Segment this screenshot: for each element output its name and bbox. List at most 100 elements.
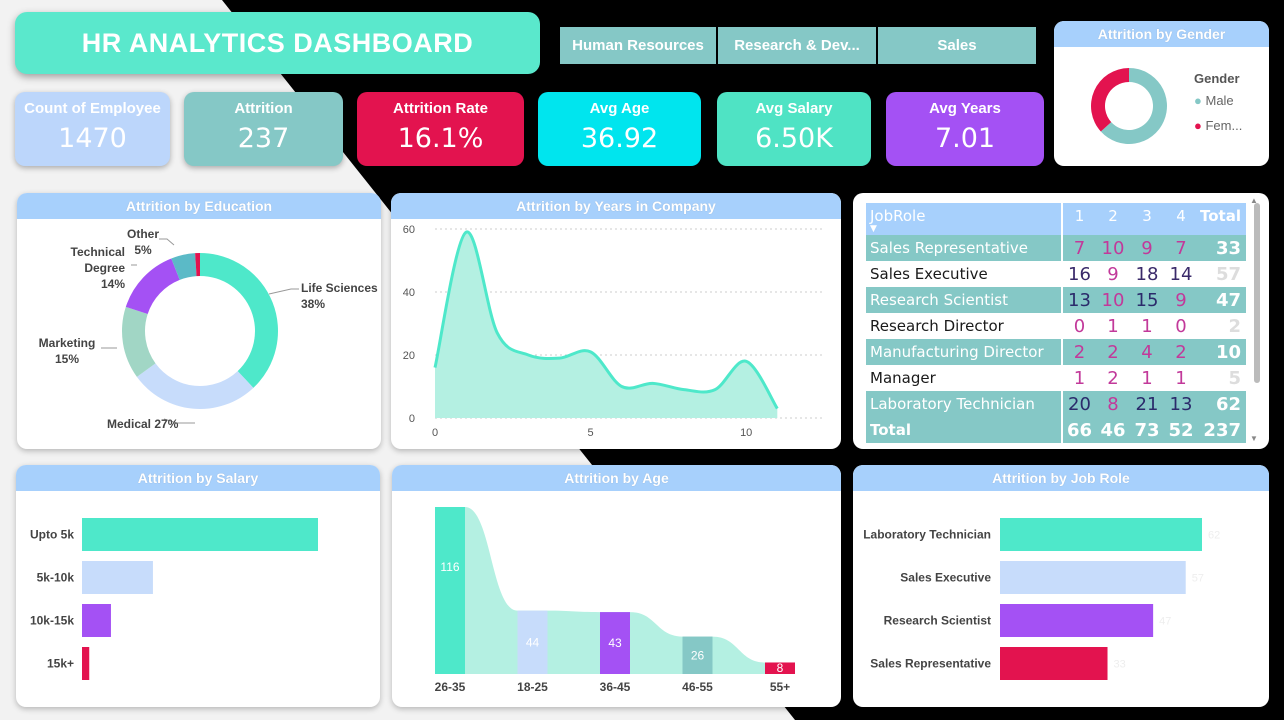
kpi-label: Avg Salary xyxy=(755,100,833,117)
matrix-grand-total: 237 xyxy=(1198,417,1246,443)
education-label-other: Other 5% xyxy=(127,227,160,257)
matrix-value-cell: 10 xyxy=(1096,235,1130,261)
matrix-value-cell: 8 xyxy=(1096,391,1130,417)
matrix-row[interactable]: Manager 1 2 1 1 5 xyxy=(866,365,1246,391)
matrix-header-jobrole[interactable]: JobRole ▼ xyxy=(866,203,1062,235)
matrix-header-total: Total xyxy=(1198,203,1246,235)
jobrole-card: Attrition by Job Role Laboratory Technic… xyxy=(853,465,1269,707)
kpi-value: 1470 xyxy=(58,123,127,154)
age-category-label: 55+ xyxy=(770,680,790,694)
kpi-attrition: Attrition 237 xyxy=(184,92,343,166)
salary-category-label: 15k+ xyxy=(47,657,74,671)
kpi-label: Attrition Rate xyxy=(393,100,488,117)
matrix-value-cell: 16 xyxy=(1061,261,1096,287)
matrix-value-cell: 7 xyxy=(1164,235,1198,261)
dashboard-title: HR ANALYTICS DASHBOARD xyxy=(15,12,540,74)
jobrole-bar-chart: Laboratory Technician 62 Sales Executive 57… xyxy=(863,518,1220,680)
age-value-label: 44 xyxy=(526,635,540,649)
kpi-value: 16.1% xyxy=(397,123,484,154)
jobrole-bar xyxy=(1000,561,1186,594)
kpi-value: 36.92 xyxy=(580,123,659,154)
matrix-total-cell: 46 xyxy=(1096,417,1130,443)
years-area-chart: 0 20 40 60 0 5 10 xyxy=(403,224,824,439)
sort-down-icon: ▼ xyxy=(870,224,877,234)
age-category-label: 18-25 xyxy=(517,680,548,694)
matrix-role-cell: Research Scientist xyxy=(866,287,1062,313)
matrix-value-cell: 4 xyxy=(1130,339,1164,365)
kpi-attrition-rate: Attrition Rate 16.1% xyxy=(357,92,524,166)
matrix-row-total: 62 xyxy=(1198,391,1246,417)
age-category-label: 36-45 xyxy=(600,680,631,694)
legend-dot-icon: ● xyxy=(1194,118,1202,133)
kpi-value: 7.01 xyxy=(934,123,996,154)
y-tick-label: 40 xyxy=(403,287,415,299)
matrix-value-cell: 13 xyxy=(1164,391,1198,417)
matrix-value-cell: 14 xyxy=(1169,263,1193,285)
matrix-role-cell: Laboratory Technician xyxy=(866,391,1062,417)
legend-label: Male xyxy=(1205,93,1234,108)
matrix-value-cell: 9 xyxy=(1164,287,1198,313)
tab-human-resources[interactable]: Human Resources xyxy=(560,27,716,64)
matrix-header-cell: 2 xyxy=(1096,203,1130,235)
matrix-value-cell: 1 xyxy=(1141,367,1153,389)
education-label-medical: Medical 27% xyxy=(107,417,179,431)
matrix-scrollbar[interactable] xyxy=(1254,203,1260,383)
x-tick-label: 5 xyxy=(588,427,594,439)
kpi-value: 6.50K xyxy=(755,123,833,154)
jobrole-bar xyxy=(1000,518,1202,551)
matrix-value-cell: 2 xyxy=(1096,339,1130,365)
matrix-total-row: Total 66 46 73 52 237 xyxy=(866,417,1246,443)
jobrole-value-label: 62 xyxy=(1208,530,1220,542)
jobrole-category-label: Sales Representative xyxy=(870,657,991,671)
matrix-total-cell: 73 xyxy=(1130,417,1164,443)
y-tick-label: 20 xyxy=(403,350,415,362)
matrix-row[interactable]: Research Scientist 13 10 15 9 47 xyxy=(866,287,1246,313)
tab-sales[interactable]: Sales xyxy=(878,27,1036,64)
matrix-header-cell: 4 xyxy=(1164,203,1198,235)
kpi-avg-salary: Avg Salary 6.50K xyxy=(717,92,871,166)
matrix-total-cell: 52 xyxy=(1164,417,1198,443)
tab-research-dev[interactable]: Research & Dev... xyxy=(718,27,876,64)
matrix-value-cell: 13 xyxy=(1061,287,1096,313)
matrix-row-total: 33 xyxy=(1198,235,1246,261)
kpi-label: Avg Years xyxy=(929,100,1001,117)
salary-category-label: 10k-15k xyxy=(30,614,74,628)
matrix-row[interactable]: Sales Representative 7 10 9 7 33 xyxy=(866,235,1246,261)
matrix-row[interactable]: Research Director 0 1 1 0 2 xyxy=(866,313,1246,339)
matrix-row[interactable]: Sales Executive 16 9 18 14 57 xyxy=(866,261,1246,287)
jobrole-matrix-table: JobRole ▼ 1 2 3 4 Total Sales Representat… xyxy=(866,203,1246,443)
salary-category-label: 5k-10k xyxy=(37,571,75,585)
age-value-label: 116 xyxy=(440,560,459,574)
scroll-down-icon[interactable]: ▼ xyxy=(1250,434,1258,443)
matrix-value-cell: 20 xyxy=(1061,391,1096,417)
scroll-up-icon[interactable]: ▲ xyxy=(1250,196,1258,205)
y-tick-label: 0 xyxy=(409,413,415,425)
education-leader-lines xyxy=(101,238,299,424)
matrix-value-cell: 10 xyxy=(1096,287,1130,313)
matrix-value-cell: 1 xyxy=(1141,315,1153,337)
kpi-label: Avg Age xyxy=(589,100,650,117)
matrix-row[interactable]: Laboratory Technician 20 8 21 13 62 xyxy=(866,391,1246,417)
x-tick-label: 0 xyxy=(432,427,438,439)
legend-item-female: ● Fem... xyxy=(1194,118,1242,133)
salary-bar xyxy=(82,604,111,637)
matrix-row-total: 57 xyxy=(1215,263,1241,285)
matrix-role-cell: Manufacturing Director xyxy=(866,339,1062,365)
gender-card: Attrition by Gender Gender ● Male ● Fem.… xyxy=(1054,21,1269,166)
salary-bar-chart: Upto 5k 5k-10k 10k-15k 15k+ xyxy=(30,518,318,680)
matrix-row-total: 2 xyxy=(1228,315,1241,337)
matrix-value-cell: 0 xyxy=(1061,313,1096,339)
matrix-row-total: 10 xyxy=(1198,339,1246,365)
legend-dot-icon: ● xyxy=(1194,93,1202,108)
matrix-value-cell: 1 xyxy=(1107,315,1119,337)
matrix-value-cell: 18 xyxy=(1135,263,1159,285)
salary-category-label: Upto 5k xyxy=(30,528,74,542)
age-value-label: 26 xyxy=(691,648,705,662)
legend-title: Gender xyxy=(1194,71,1240,86)
matrix-role-cell: Research Director xyxy=(870,317,1004,335)
matrix-value-cell: 9 xyxy=(1130,235,1164,261)
matrix-total-cell: 66 xyxy=(1061,417,1096,443)
education-card: Attrition by Education Life Sciences 38% … xyxy=(17,193,381,449)
matrix-row[interactable]: Manufacturing Director 2 2 4 2 10 xyxy=(866,339,1246,365)
x-tick-label: 10 xyxy=(740,427,752,439)
